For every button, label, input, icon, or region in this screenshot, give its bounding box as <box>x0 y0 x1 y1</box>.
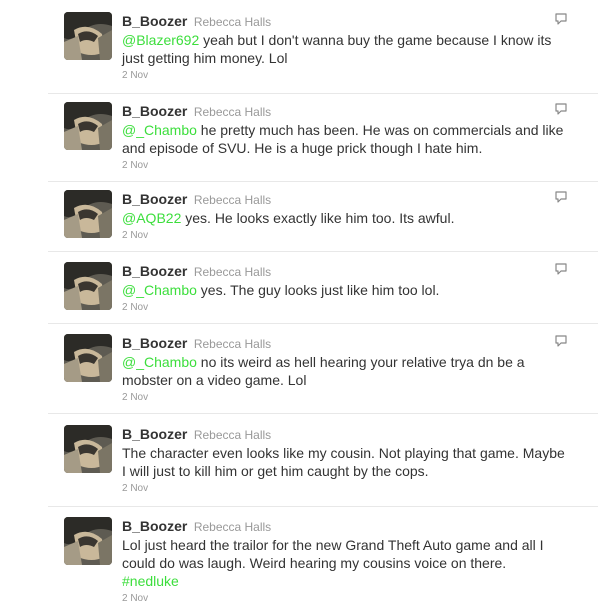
timestamp[interactable]: 2 Nov <box>122 392 567 404</box>
timestamp[interactable]: 2 Nov <box>122 70 567 82</box>
avatar-photo <box>64 102 112 150</box>
avatar[interactable] <box>64 425 112 473</box>
tweet-header: B_Boozer Rebecca Halls <box>122 425 567 443</box>
tweet-body: Lol just heard the trailor for the new G… <box>122 537 544 571</box>
full-name[interactable]: Rebecca Halls <box>194 265 271 279</box>
timestamp[interactable]: 2 Nov <box>122 483 567 495</box>
tweet-text: @_Chambo he pretty much has been. He was… <box>122 121 567 157</box>
tweet-header: B_Boozer Rebecca Halls <box>122 12 567 30</box>
tweet-text: @_Chambo no its weird as hell hearing yo… <box>122 353 567 389</box>
avatar-photo <box>64 425 112 473</box>
avatar-photo <box>64 190 112 238</box>
mention-link[interactable]: @_Chambo <box>122 122 197 138</box>
tweet-item[interactable]: B_Boozer Rebecca Halls @_Chambo yes. The… <box>48 262 598 324</box>
speech-bubble-icon[interactable] <box>554 262 568 276</box>
timestamp[interactable]: 2 Nov <box>122 302 567 314</box>
avatar-photo <box>64 517 112 565</box>
tweet-text: Lol just heard the trailor for the new G… <box>122 536 567 590</box>
screen-name[interactable]: B_Boozer <box>122 426 187 442</box>
tweet-timeline: B_Boozer Rebecca Halls @Blazer692 yeah b… <box>0 0 615 607</box>
mention-link[interactable]: @_Chambo <box>122 354 197 370</box>
tweet-item[interactable]: B_Boozer Rebecca Halls @Blazer692 yeah b… <box>48 12 598 94</box>
tweet-content: B_Boozer Rebecca Halls The character eve… <box>122 425 567 495</box>
full-name[interactable]: Rebecca Halls <box>194 337 271 351</box>
speech-bubble-icon[interactable] <box>554 334 568 348</box>
avatar[interactable] <box>64 262 112 310</box>
tweet-header: B_Boozer Rebecca Halls <box>122 102 567 120</box>
screen-name[interactable]: B_Boozer <box>122 13 187 29</box>
mention-link[interactable]: @AQB22 <box>122 210 181 226</box>
tweet-item[interactable]: B_Boozer Rebecca Halls @AQB22 yes. He lo… <box>48 190 598 252</box>
mention-link[interactable]: @_Chambo <box>122 282 197 298</box>
tweet-content: B_Boozer Rebecca Halls @_Chambo yes. The… <box>122 262 567 314</box>
avatar-photo <box>64 334 112 382</box>
avatar-photo <box>64 262 112 310</box>
tweet-content: B_Boozer Rebecca Halls @Blazer692 yeah b… <box>122 12 567 82</box>
tweet-content: B_Boozer Rebecca Halls @_Chambo he prett… <box>122 102 567 172</box>
avatar-photo <box>64 12 112 60</box>
avatar[interactable] <box>64 12 112 60</box>
speech-bubble-icon[interactable] <box>554 12 568 26</box>
tweet-content: B_Boozer Rebecca Halls @AQB22 yes. He lo… <box>122 190 567 242</box>
mention-link[interactable]: @Blazer692 <box>122 32 199 48</box>
tweet-header: B_Boozer Rebecca Halls <box>122 517 567 535</box>
screen-name[interactable]: B_Boozer <box>122 263 187 279</box>
tweet-body: yes. The guy looks just like him too lol… <box>196 282 440 298</box>
timestamp[interactable]: 2 Nov <box>122 230 567 242</box>
avatar[interactable] <box>64 517 112 565</box>
tweet-item[interactable]: B_Boozer Rebecca Halls The character eve… <box>48 425 598 507</box>
timestamp[interactable]: 2 Nov <box>122 593 567 605</box>
tweet-text: @Blazer692 yeah but I don't wanna buy th… <box>122 31 567 67</box>
screen-name[interactable]: B_Boozer <box>122 191 187 207</box>
avatar[interactable] <box>64 102 112 150</box>
avatar[interactable] <box>64 190 112 238</box>
tweet-text: @_Chambo yes. The guy looks just like hi… <box>122 281 567 299</box>
avatar[interactable] <box>64 334 112 382</box>
tweet-content: B_Boozer Rebecca Halls Lol just heard th… <box>122 517 567 605</box>
tweet-text: @AQB22 yes. He looks exactly like him to… <box>122 209 567 227</box>
speech-bubble-icon[interactable] <box>554 190 568 204</box>
full-name[interactable]: Rebecca Halls <box>194 15 271 29</box>
tweet-header: B_Boozer Rebecca Halls <box>122 334 567 352</box>
screen-name[interactable]: B_Boozer <box>122 335 187 351</box>
tweet-body: yes. He looks exactly like him too. Its … <box>181 210 455 226</box>
speech-bubble-icon[interactable] <box>554 102 568 116</box>
screen-name[interactable]: B_Boozer <box>122 103 187 119</box>
full-name[interactable]: Rebecca Halls <box>194 105 271 119</box>
tweet-header: B_Boozer Rebecca Halls <box>122 262 567 280</box>
full-name[interactable]: Rebecca Halls <box>194 520 271 534</box>
full-name[interactable]: Rebecca Halls <box>194 193 271 207</box>
tweet-text: The character even looks like my cousin.… <box>122 444 567 480</box>
screen-name[interactable]: B_Boozer <box>122 518 187 534</box>
tweet-item[interactable]: B_Boozer Rebecca Halls Lol just heard th… <box>48 517 598 607</box>
tweet-item[interactable]: B_Boozer Rebecca Halls @_Chambo no its w… <box>48 334 598 414</box>
tweet-body: The character even looks like my cousin.… <box>122 445 565 479</box>
full-name[interactable]: Rebecca Halls <box>194 428 271 442</box>
tweet-header: B_Boozer Rebecca Halls <box>122 190 567 208</box>
tweet-item[interactable]: B_Boozer Rebecca Halls @_Chambo he prett… <box>48 102 598 182</box>
tweet-content: B_Boozer Rebecca Halls @_Chambo no its w… <box>122 334 567 404</box>
timestamp[interactable]: 2 Nov <box>122 160 567 172</box>
hashtag-link[interactable]: #nedluke <box>122 573 179 589</box>
